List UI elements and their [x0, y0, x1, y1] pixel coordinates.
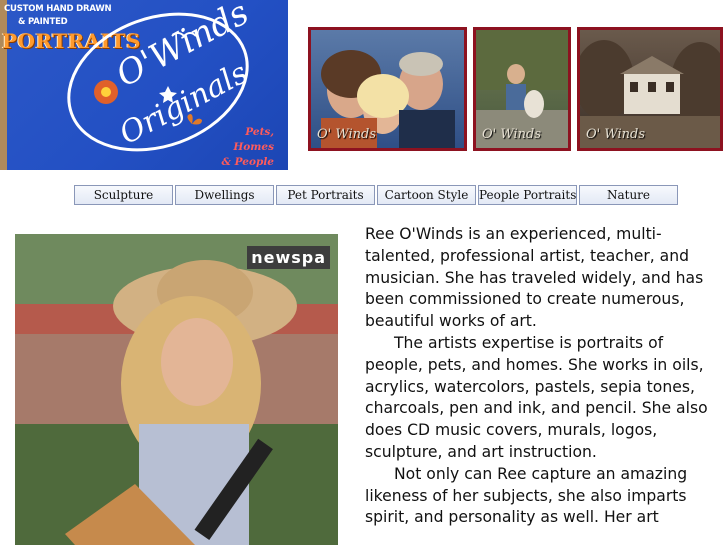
logo-tagline-people: & People — [221, 156, 274, 168]
nav-pet-portraits-button[interactable]: Pet Portraits — [276, 185, 375, 205]
nav-sculpture-button[interactable]: Sculpture — [74, 185, 173, 205]
nav-people-portraits-button[interactable]: People Portraits — [478, 185, 577, 205]
nav-nature-button[interactable]: Nature — [579, 185, 678, 205]
gallery-photo-house[interactable]: O' Winds — [577, 27, 723, 151]
bio-paragraph-intro: Ree O'Winds is an experienced, multi-tal… — [365, 225, 704, 331]
gallery-signature: O' Winds — [482, 127, 542, 142]
bio-paragraph-likeness: Not only can Ree capture an amazing like… — [365, 464, 688, 527]
site-logo[interactable]: CUSTOM HAND DRAWN & PAINTED PORTRAITS O'… — [0, 0, 288, 170]
bio-paragraph-expertise: The artists expertise is portraits of pe… — [365, 333, 708, 461]
logo-tagline-homes: Homes — [233, 141, 274, 153]
artist-bio: Ree O'Winds is an experienced, multi-tal… — [365, 224, 721, 529]
gallery-signature: O' Winds — [317, 127, 377, 142]
gallery-photo-family[interactable]: O' Winds — [308, 27, 467, 151]
nav-cartoon-style-button[interactable]: Cartoon Style — [377, 185, 476, 205]
background-sign-text: newspa — [247, 246, 330, 269]
gallery-photo-child-dog[interactable]: O' Winds — [473, 27, 571, 151]
artist-photo: newspa — [15, 234, 338, 545]
gallery-signature: O' Winds — [586, 127, 646, 142]
artist-photo-image — [15, 234, 338, 545]
logo-tagline-pets: Pets, — [245, 126, 274, 138]
logo-flower-icon — [94, 80, 118, 104]
nav-dwellings-button[interactable]: Dwellings — [175, 185, 274, 205]
